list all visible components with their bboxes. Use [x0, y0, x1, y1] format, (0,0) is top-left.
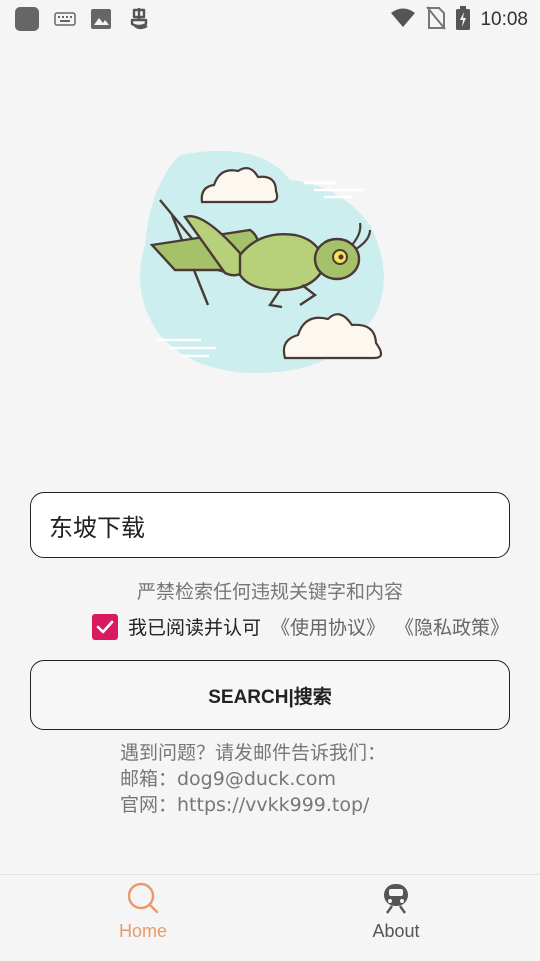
bug-icon: [126, 6, 152, 36]
agreement-text: 我已阅读并认可: [128, 617, 262, 639]
nav-about-label: About: [372, 921, 420, 941]
no-sim-icon: [426, 6, 447, 34]
nav-home-label: Home: [118, 921, 167, 941]
image-icon: [90, 8, 112, 34]
privacy-link[interactable]: 《隐私政策》: [395, 613, 509, 640]
train-icon: [384, 884, 408, 914]
search-button[interactable]: SEARCH|搜索: [30, 660, 510, 730]
status-bar: 10:08: [0, 0, 540, 36]
nav-home[interactable]: Home: [73, 881, 213, 942]
search-icon: [127, 882, 159, 914]
agreement-row: 我已阅读并认可 《使用协议》 《隐私政策》: [92, 613, 509, 640]
keyboard-icon: [54, 11, 76, 31]
status-right: 10:08: [390, 6, 528, 34]
contact-website: 官网：https://vvkk999.top/: [120, 794, 370, 816]
checkmark-icon: [96, 620, 114, 633]
contact-info: 遇到问题？请发邮件告诉我们： 邮箱：dog9@duck.com 官网：https…: [120, 740, 386, 818]
grasshopper-illustration: [140, 150, 384, 374]
terms-link[interactable]: 《使用协议》: [271, 613, 385, 640]
agreement-checkbox[interactable]: [92, 613, 118, 640]
app-square-icon: [14, 6, 40, 36]
wifi-icon: [390, 7, 416, 33]
contact-email: 邮箱：dog9@duck.com: [120, 768, 337, 790]
status-left: [14, 6, 152, 36]
search-input[interactable]: [47, 510, 509, 540]
contact-intro: 遇到问题？请发邮件告诉我们：: [120, 742, 387, 764]
search-warning: 严禁检索任何违规关键字和内容: [136, 581, 403, 603]
status-time: 10:08: [480, 9, 528, 30]
battery-charging-icon: [456, 6, 471, 34]
bottom-navigation: Home About: [0, 874, 540, 961]
nav-about[interactable]: About: [326, 881, 466, 942]
search-field[interactable]: [30, 492, 510, 558]
